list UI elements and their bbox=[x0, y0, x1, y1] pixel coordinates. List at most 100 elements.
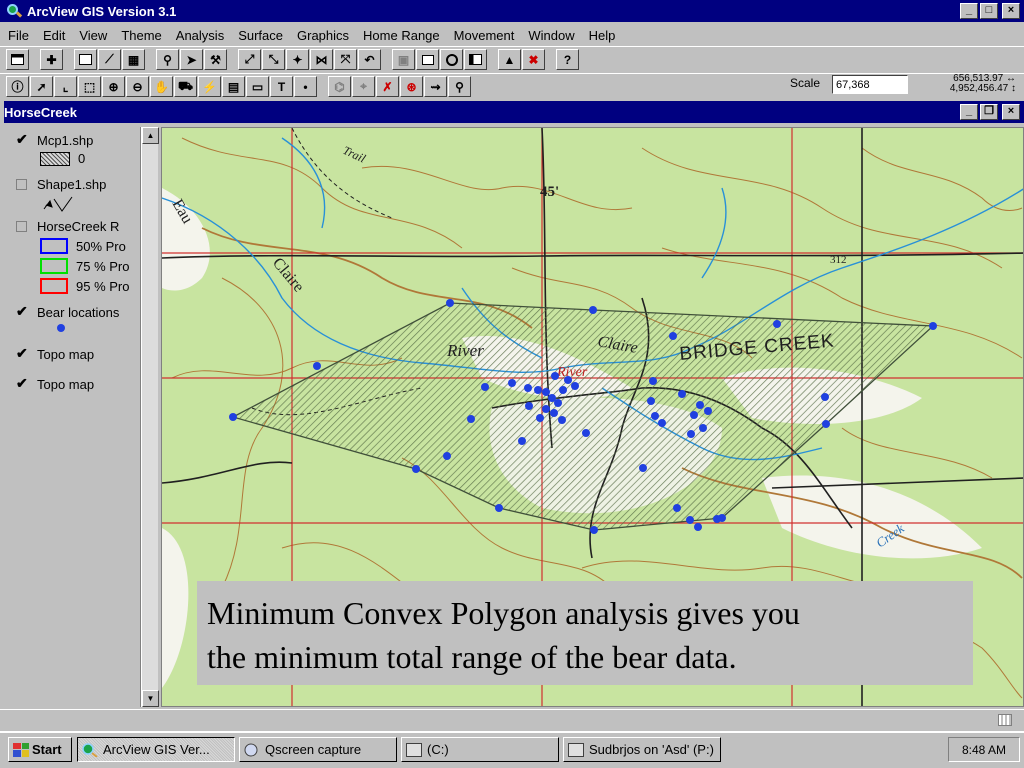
layer-mcp1[interactable]: ✔ Mcp1.shp bbox=[16, 132, 93, 148]
menu-home-range[interactable]: Home Range bbox=[363, 28, 440, 43]
bear-location-point[interactable] bbox=[678, 390, 686, 398]
home-range-tool-4-icon[interactable]: ⊛ bbox=[400, 76, 423, 97]
bear-location-point[interactable] bbox=[534, 386, 542, 394]
open-table-icon[interactable]: ▦ bbox=[122, 49, 145, 70]
bear-location-point[interactable] bbox=[554, 399, 562, 407]
task-arcview[interactable]: ArcView GIS Ver... bbox=[77, 737, 235, 762]
bear-location-point[interactable] bbox=[651, 412, 659, 420]
toc-scrollbar[interactable]: ▲ ▼ bbox=[141, 127, 159, 707]
minimize-button[interactable]: _ bbox=[960, 3, 978, 19]
bear-location-point[interactable] bbox=[690, 411, 698, 419]
bear-location-point[interactable] bbox=[467, 415, 475, 423]
view-restore-button[interactable]: ❐ bbox=[980, 104, 998, 120]
bear-location-point[interactable] bbox=[694, 523, 702, 531]
bear-location-point[interactable] bbox=[929, 322, 937, 330]
task-drive-c[interactable]: (C:) bbox=[401, 737, 559, 762]
zoom-active-themes-icon[interactable]: ⤡ bbox=[262, 49, 285, 70]
bear-location-point[interactable] bbox=[704, 407, 712, 415]
bear-location-point[interactable] bbox=[559, 386, 567, 394]
bear-location-point[interactable] bbox=[658, 419, 666, 427]
menu-analysis[interactable]: Analysis bbox=[176, 28, 224, 43]
zoom-out-icon[interactable]: ⊖ bbox=[126, 76, 149, 97]
bear-location-point[interactable] bbox=[649, 377, 657, 385]
bear-location-point[interactable] bbox=[639, 464, 647, 472]
bear-location-point[interactable] bbox=[412, 465, 420, 473]
pan-icon[interactable]: ✋ bbox=[150, 76, 173, 97]
menu-window[interactable]: Window bbox=[528, 28, 574, 43]
select-feature-icon[interactable]: ⬚ bbox=[78, 76, 101, 97]
text-icon[interactable]: T bbox=[270, 76, 293, 97]
menu-edit[interactable]: Edit bbox=[43, 28, 65, 43]
scroll-down-icon[interactable]: ▼ bbox=[142, 690, 159, 707]
layer-topo-map-1[interactable]: ✔ Topo map bbox=[16, 346, 94, 362]
zoom-in-fixed-icon[interactable]: ⋈ bbox=[310, 49, 333, 70]
layer-horsecreek-range[interactable]: HorseCreek R bbox=[16, 219, 119, 234]
find-icon[interactable]: ⚲ bbox=[156, 49, 179, 70]
bear-location-point[interactable] bbox=[687, 430, 695, 438]
scroll-up-icon[interactable]: ▲ bbox=[142, 127, 159, 144]
theme-properties-icon[interactable] bbox=[74, 49, 97, 70]
movement-tool-icon[interactable]: ⇝ bbox=[424, 76, 447, 97]
checkbox-checked-icon[interactable]: ✔ bbox=[16, 132, 29, 147]
bear-location-point[interactable] bbox=[773, 320, 781, 328]
layout-icon[interactable]: ▲ bbox=[498, 49, 521, 70]
bear-location-point[interactable] bbox=[495, 504, 503, 512]
edit-legend-icon[interactable]: ⟋ bbox=[98, 49, 121, 70]
task-network-drive[interactable]: Sudbrjos on 'Asd' (P:) bbox=[563, 737, 721, 762]
save-icon[interactable] bbox=[6, 49, 29, 70]
bear-location-point[interactable] bbox=[582, 429, 590, 437]
zoom-out-fixed-icon[interactable]: ⤧ bbox=[334, 49, 357, 70]
bear-location-point[interactable] bbox=[542, 405, 550, 413]
clear-selection-icon[interactable] bbox=[464, 49, 487, 70]
bear-location-point[interactable] bbox=[713, 515, 721, 523]
bear-location-point[interactable] bbox=[229, 413, 237, 421]
bear-location-point[interactable] bbox=[673, 504, 681, 512]
bear-location-point[interactable] bbox=[481, 383, 489, 391]
resize-grip-icon[interactable] bbox=[998, 714, 1012, 726]
bear-location-point[interactable] bbox=[821, 393, 829, 401]
zoom-in-icon[interactable]: ⊕ bbox=[102, 76, 125, 97]
menu-movement[interactable]: Movement bbox=[454, 28, 515, 43]
bear-location-point[interactable] bbox=[564, 376, 572, 384]
bear-location-point[interactable] bbox=[551, 372, 559, 380]
hotlink-icon[interactable]: ⚡ bbox=[198, 76, 221, 97]
bear-location-point[interactable] bbox=[589, 306, 597, 314]
scale-input[interactable] bbox=[832, 75, 908, 94]
bear-location-point[interactable] bbox=[647, 397, 655, 405]
home-range-tool-1-icon[interactable]: ⌬ bbox=[328, 76, 351, 97]
zoom-full-extent-icon[interactable]: ⤢ bbox=[238, 49, 261, 70]
menu-graphics[interactable]: Graphics bbox=[297, 28, 349, 43]
layer-topo-map-2[interactable]: ✔ Topo map bbox=[16, 376, 94, 392]
identify-icon[interactable]: ⓘ bbox=[6, 76, 29, 97]
menu-view[interactable]: View bbox=[79, 28, 107, 43]
bear-location-point[interactable] bbox=[542, 388, 550, 396]
menu-theme[interactable]: Theme bbox=[121, 28, 161, 43]
menu-file[interactable]: File bbox=[8, 28, 29, 43]
rectangle-icon[interactable] bbox=[416, 49, 439, 70]
measure-icon[interactable]: ⛟ bbox=[174, 76, 197, 97]
bear-location-point[interactable] bbox=[558, 416, 566, 424]
vertex-edit-icon[interactable]: ⌞ bbox=[54, 76, 77, 97]
task-qscreen[interactable]: Qscreen capture bbox=[239, 737, 397, 762]
close-button[interactable]: × bbox=[1002, 3, 1020, 19]
bear-location-point[interactable] bbox=[524, 384, 532, 392]
select-features-icon[interactable]: ▣ bbox=[392, 49, 415, 70]
view-close-button[interactable]: × bbox=[1002, 104, 1020, 120]
checkbox-checked-icon[interactable]: ✔ bbox=[16, 304, 29, 319]
checkbox-checked-icon[interactable]: ✔ bbox=[16, 376, 29, 391]
layer-shape1[interactable]: Shape1.shp bbox=[16, 177, 106, 192]
bear-location-point[interactable] bbox=[508, 379, 516, 387]
bear-location-point[interactable] bbox=[536, 414, 544, 422]
checkbox-unchecked-icon[interactable] bbox=[16, 221, 27, 232]
add-theme-icon[interactable]: ✚ bbox=[40, 49, 63, 70]
bear-location-point[interactable] bbox=[550, 409, 558, 417]
bear-location-point[interactable] bbox=[525, 402, 533, 410]
locate-address-icon[interactable]: ➤ bbox=[180, 49, 203, 70]
bear-location-point[interactable] bbox=[686, 516, 694, 524]
draw-point-icon[interactable]: • bbox=[294, 76, 317, 97]
zoom-selected-icon[interactable]: ✦ bbox=[286, 49, 309, 70]
pointer-icon[interactable]: ➚ bbox=[30, 76, 53, 97]
maximize-button[interactable]: □ bbox=[980, 3, 998, 19]
checkbox-unchecked-icon[interactable] bbox=[16, 179, 27, 190]
help-icon[interactable]: ? bbox=[556, 49, 579, 70]
